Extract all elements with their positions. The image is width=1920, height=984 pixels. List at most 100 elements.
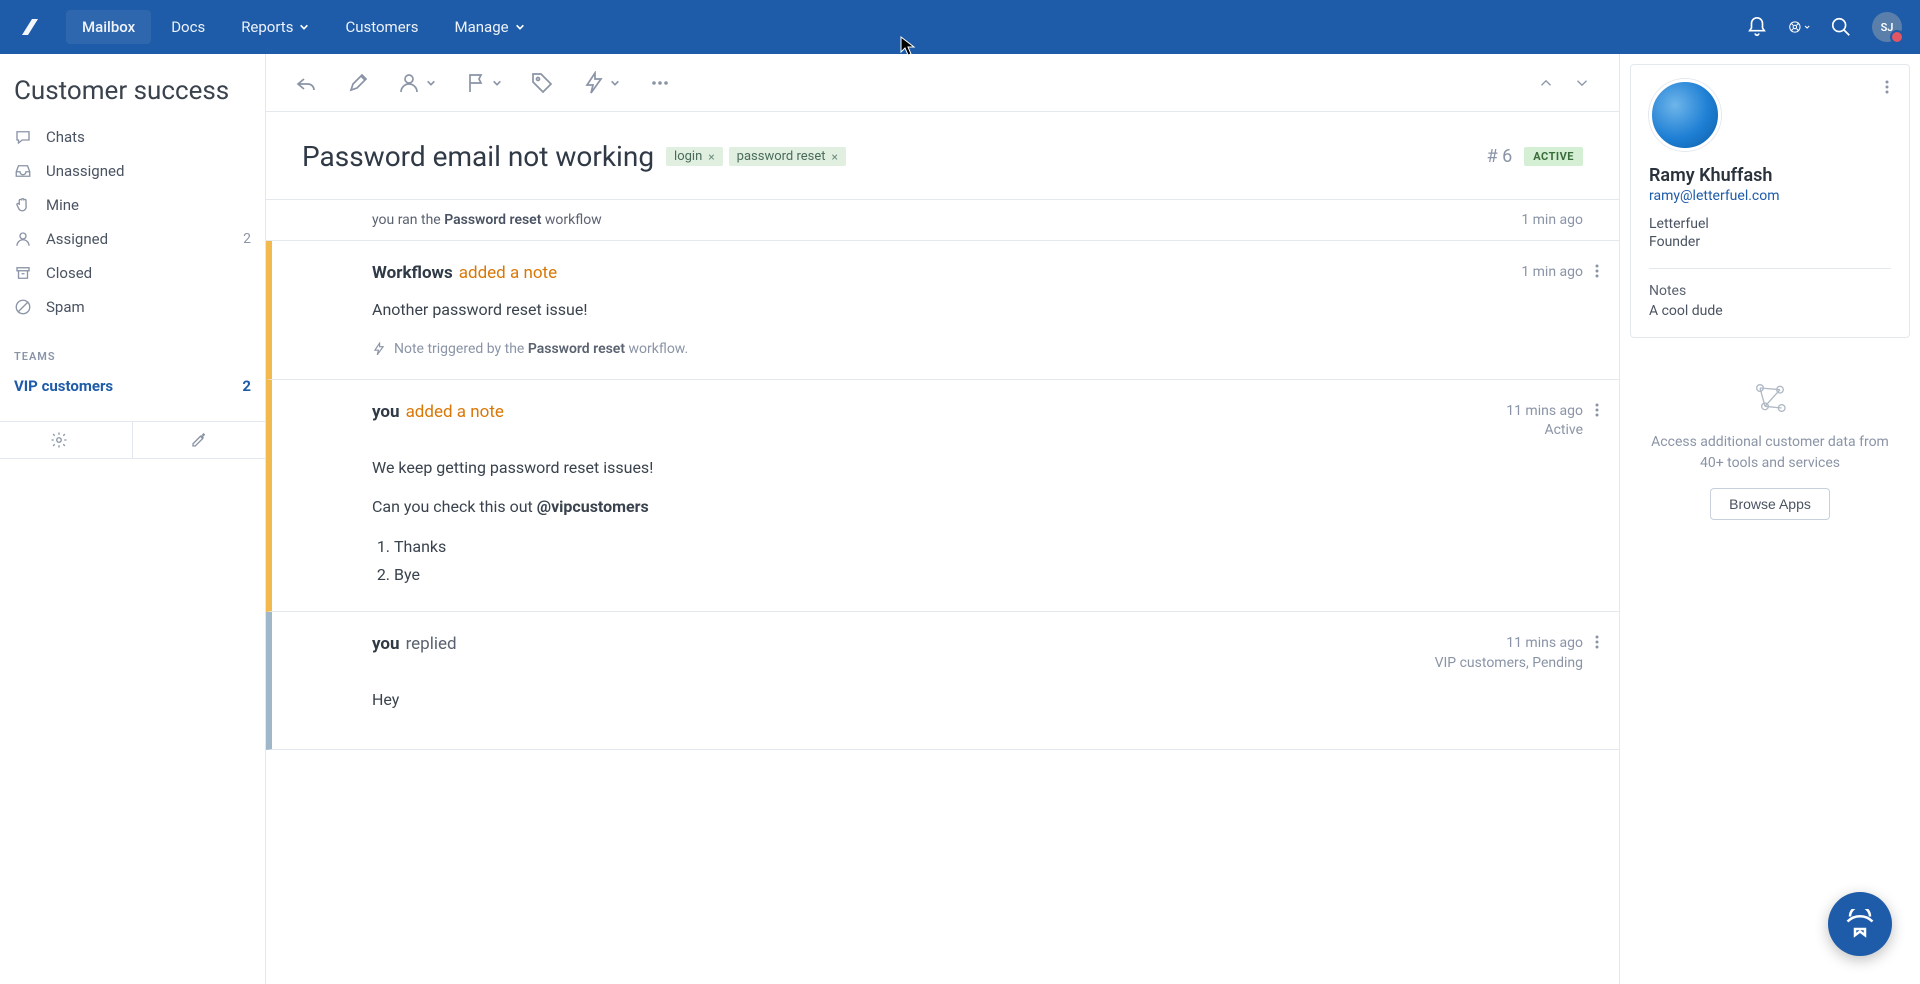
more-button[interactable] — [648, 71, 672, 95]
note-time: 11 mins ago — [1506, 402, 1583, 422]
apps-section: Access additional customer data from 40+… — [1620, 378, 1920, 520]
customer-title: Founder — [1649, 234, 1891, 250]
tag-button[interactable] — [530, 71, 554, 95]
beacon-fab[interactable] — [1828, 892, 1892, 956]
folder-chats[interactable]: Chats — [0, 120, 265, 154]
sidebar-footer — [0, 421, 265, 459]
remove-tag-icon[interactable]: × — [708, 150, 714, 164]
workflow-button[interactable] — [582, 71, 620, 95]
mailbox-title: Customer success — [0, 54, 265, 120]
customer-details-panel: Ramy Khuffash ramy@letterfuel.com Letter… — [1620, 54, 1920, 984]
nav-docs[interactable]: Docs — [155, 10, 221, 44]
nav-reports[interactable]: Reports — [225, 10, 325, 44]
user-icon — [398, 71, 422, 95]
next-conversation-button[interactable] — [1573, 74, 1591, 92]
note-time: 1 min ago — [1521, 263, 1583, 283]
block-icon — [14, 298, 32, 316]
notes-label: Notes — [1649, 283, 1891, 299]
note-author: Workflows — [372, 263, 453, 283]
note-button[interactable] — [346, 71, 370, 95]
thread-item-menu[interactable] — [1589, 402, 1605, 422]
beacon-icon — [1845, 909, 1875, 939]
hand-icon — [14, 196, 32, 214]
conversation-panel: Password email not working login× passwo… — [266, 54, 1620, 984]
status-button[interactable] — [464, 71, 502, 95]
primary-nav: Mailbox Docs Reports Customers Manage — [66, 10, 541, 44]
customer-profile-card: Ramy Khuffash ramy@letterfuel.com Letter… — [1630, 64, 1910, 338]
note-body: We keep getting password reset issues! C… — [372, 455, 1583, 587]
notifications-icon[interactable] — [1746, 16, 1768, 38]
team-count: 2 — [242, 377, 251, 395]
workflow-trigger-info: Note triggered by the Password reset wor… — [372, 341, 1583, 357]
reply-button[interactable] — [294, 71, 318, 95]
new-conversation-button[interactable] — [133, 422, 265, 458]
browse-apps-button[interactable]: Browse Apps — [1710, 488, 1830, 520]
reply-you: you replied 11 mins ago VIP customers, P… — [266, 612, 1619, 750]
gear-icon — [50, 431, 68, 449]
folder-mine[interactable]: Mine — [0, 188, 265, 222]
conversation-thread: you ran the Password reset workflow 1 mi… — [266, 200, 1619, 984]
folder-closed[interactable]: Closed — [0, 256, 265, 290]
conversation-toolbar — [266, 54, 1619, 112]
tag-icon — [530, 71, 554, 95]
note-status: Active — [1506, 421, 1583, 441]
chevron-down-icon — [426, 78, 436, 88]
sidebar: Customer success Chats Unassigned Mine A… — [0, 54, 266, 984]
customer-name: Ramy Khuffash — [1649, 165, 1891, 186]
nav-manage[interactable]: Manage — [439, 10, 541, 44]
reply-body: Hey — [372, 687, 1583, 713]
customer-email[interactable]: ramy@letterfuel.com — [1649, 188, 1891, 204]
customer-company: Letterfuel — [1649, 216, 1891, 232]
tag-login[interactable]: login× — [666, 147, 723, 166]
nav-customers[interactable]: Customers — [329, 10, 434, 44]
reply-status: VIP customers, Pending — [1435, 654, 1583, 674]
folder-spam[interactable]: Spam — [0, 290, 265, 324]
prev-conversation-button[interactable] — [1537, 74, 1555, 92]
note-action: added a note — [406, 402, 504, 422]
lightning-icon — [582, 71, 606, 95]
flag-icon — [464, 71, 488, 95]
reply-author: you — [372, 634, 400, 654]
compose-icon — [190, 431, 208, 449]
search-icon[interactable] — [1830, 16, 1852, 38]
top-nav-bar: Mailbox Docs Reports Customers Manage SJ — [0, 0, 1920, 54]
chat-icon — [14, 128, 32, 146]
apps-integration-icon — [1750, 378, 1790, 422]
event-text: you ran the Password reset workflow — [372, 212, 602, 228]
help-icon[interactable] — [1788, 16, 1810, 38]
team-vip-customers[interactable]: VIP customers 2 — [0, 369, 265, 403]
chevron-down-icon — [492, 78, 502, 88]
chevron-down-icon — [1573, 74, 1591, 92]
user-avatar[interactable]: SJ — [1872, 12, 1902, 42]
apps-description: Access additional customer data from 40+… — [1648, 432, 1892, 474]
dots-icon — [648, 71, 672, 95]
chevron-down-icon — [1804, 22, 1810, 32]
nav-mailbox[interactable]: Mailbox — [66, 10, 151, 44]
sidebar-settings-button[interactable] — [0, 422, 133, 458]
note-action: added a note — [459, 263, 557, 283]
thread-item-menu[interactable] — [1589, 634, 1605, 654]
helpscout-logo[interactable] — [18, 15, 42, 39]
event-time: 1 min ago — [1521, 212, 1583, 228]
remove-tag-icon[interactable]: × — [832, 150, 838, 164]
mention-vipcustomers[interactable]: @vipcustomers — [537, 497, 649, 516]
reply-time: 11 mins ago — [1435, 634, 1583, 654]
thread-item-menu[interactable] — [1589, 263, 1605, 283]
folder-assigned[interactable]: Assigned 2 — [0, 222, 265, 256]
chevron-down-icon — [299, 22, 309, 32]
assigned-count: 2 — [243, 231, 251, 247]
customer-avatar[interactable] — [1649, 79, 1721, 151]
conversation-subject: Password email not working — [302, 140, 654, 173]
archive-icon — [14, 264, 32, 282]
note-icon — [346, 71, 370, 95]
teams-heading: TEAMS — [0, 342, 265, 369]
assign-button[interactable] — [398, 71, 436, 95]
note-you: you added a note 11 mins ago Active We k… — [266, 380, 1619, 613]
tag-password-reset[interactable]: password reset× — [729, 147, 846, 166]
note-workflows: Workflows added a note 1 min ago Another… — [266, 241, 1619, 380]
notes-value: A cool dude — [1649, 303, 1891, 319]
conversation-number: # 6 — [1487, 146, 1513, 167]
profile-menu[interactable] — [1879, 79, 1895, 99]
folder-unassigned[interactable]: Unassigned — [0, 154, 265, 188]
reply-action: replied — [406, 634, 457, 654]
